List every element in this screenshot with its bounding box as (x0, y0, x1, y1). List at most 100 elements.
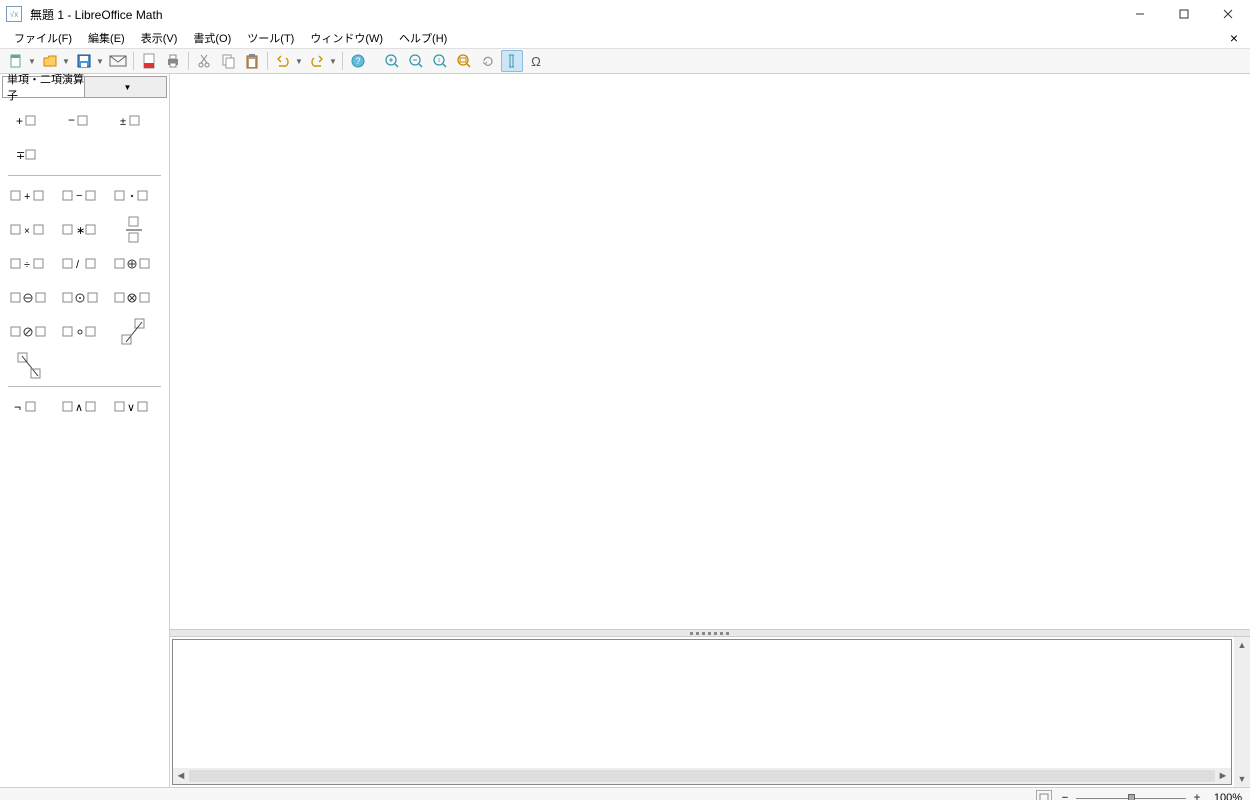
undo-dropdown[interactable]: ▼ (295, 57, 303, 66)
app-icon: √x (6, 6, 22, 22)
open-button[interactable] (39, 50, 61, 72)
paste-button[interactable] (241, 50, 263, 72)
svg-text:∨: ∨ (127, 402, 135, 414)
toolbar-separator (342, 52, 343, 70)
op-a-wideslash-b[interactable] (108, 315, 160, 349)
op-a-ominus-b[interactable] (4, 281, 56, 315)
help-button[interactable]: ? (347, 50, 369, 72)
vertical-scrollbar[interactable]: ▲ ▼ (1234, 637, 1250, 787)
window-title: 無題 1 - LibreOffice Math (30, 6, 1118, 23)
category-selector[interactable]: 単項・二項演算子 ▼ (2, 76, 167, 98)
svg-text:¬: ¬ (14, 400, 21, 414)
op-a-oplus-b[interactable] (108, 247, 160, 281)
menu-file[interactable]: ファイル(F) (6, 28, 80, 48)
op-a-times-b[interactable]: × (4, 213, 56, 247)
menu-bar: ファイル(F) 編集(E) 表示(V) 書式(O) ツール(T) ウィンドウ(W… (0, 28, 1250, 48)
menu-format[interactable]: 書式(O) (185, 28, 239, 48)
op-plus-a[interactable]: + (4, 104, 56, 138)
op-a-otimes-b[interactable] (108, 281, 160, 315)
cut-button[interactable] (193, 50, 215, 72)
standard-toolbar: ▼ ▼ ▼ ▼ ▼ ? 1 Ω (0, 48, 1250, 74)
workspace: ◄ ► ▲ ▼ (170, 74, 1250, 787)
redo-dropdown[interactable]: ▼ (329, 57, 337, 66)
title-bar: √x 無題 1 - LibreOffice Math (0, 0, 1250, 28)
op-neg-a[interactable]: ¬ (4, 390, 56, 424)
command-frame: ◄ ► (172, 639, 1232, 785)
op-a-slash-b[interactable]: / (56, 247, 108, 281)
op-minus-a[interactable]: − (56, 104, 108, 138)
op-a-odot-b[interactable] (56, 281, 108, 315)
op-a-or-b[interactable]: ∨ (108, 390, 160, 424)
toolbar-separator (133, 52, 134, 70)
mail-button[interactable] (107, 50, 129, 72)
dropdown-icon: ▼ (84, 77, 166, 97)
zoom-value[interactable]: 100% (1204, 792, 1250, 800)
zoom-plus-button[interactable]: + (1190, 792, 1204, 800)
redo-button[interactable] (306, 50, 328, 72)
horizontal-scrollbar[interactable]: ◄ ► (173, 768, 1231, 784)
elements-grid: + − ± ∓ + − × ∗ ÷ / (0, 100, 169, 787)
zoom-out-button[interactable] (405, 50, 427, 72)
zoom-fit-page-button[interactable] (1036, 790, 1052, 800)
symbols-button[interactable]: Ω (525, 50, 547, 72)
print-button[interactable] (162, 50, 184, 72)
zoom-100-button[interactable]: 1 (429, 50, 451, 72)
svg-text:+: + (16, 114, 23, 128)
close-document-button[interactable]: × (1224, 30, 1244, 46)
svg-text:−: − (68, 113, 75, 127)
svg-text:∗: ∗ (76, 225, 85, 237)
scroll-down-icon[interactable]: ▼ (1238, 771, 1247, 787)
op-a-minus-b[interactable]: − (56, 179, 108, 213)
zoom-slider[interactable] (1076, 791, 1186, 800)
svg-text:+: + (24, 191, 30, 203)
op-a-widebslash-b[interactable] (4, 349, 56, 383)
scroll-up-icon[interactable]: ▲ (1238, 637, 1247, 653)
svg-text:−: − (76, 190, 82, 202)
menu-help[interactable]: ヘルプ(H) (391, 28, 455, 48)
op-minusplus-a[interactable]: ∓ (4, 138, 56, 172)
op-a-and-b[interactable]: ∧ (56, 390, 108, 424)
new-dropdown[interactable]: ▼ (28, 57, 36, 66)
zoom-fit-button[interactable] (453, 50, 475, 72)
op-a-plus-b[interactable]: + (4, 179, 56, 213)
menu-window[interactable]: ウィンドウ(W) (302, 28, 391, 48)
svg-text:?: ? (355, 56, 360, 66)
scroll-left-icon[interactable]: ◄ (173, 770, 189, 782)
op-a-circ-b[interactable] (56, 315, 108, 349)
svg-text:×: × (24, 226, 30, 237)
save-button[interactable] (73, 50, 95, 72)
open-dropdown[interactable]: ▼ (62, 57, 70, 66)
op-plusminus-a[interactable]: ± (108, 104, 160, 138)
op-a-div-b[interactable]: ÷ (4, 247, 56, 281)
undo-button[interactable] (272, 50, 294, 72)
zoom-in-button[interactable] (381, 50, 403, 72)
category-label: 単項・二項演算子 (3, 71, 84, 103)
svg-text:÷: ÷ (24, 259, 30, 271)
refresh-button[interactable] (477, 50, 499, 72)
maximize-button[interactable] (1162, 0, 1206, 28)
new-button[interactable] (5, 50, 27, 72)
formula-input[interactable] (173, 640, 1231, 768)
svg-text:Ω: Ω (531, 54, 541, 69)
elements-panel: 単項・二項演算子 ▼ + − ± ∓ + − × ∗ (0, 74, 170, 787)
menu-edit[interactable]: 編集(E) (80, 28, 133, 48)
horizontal-splitter[interactable] (170, 629, 1250, 637)
close-button[interactable] (1206, 0, 1250, 28)
scroll-right-icon[interactable]: ► (1215, 770, 1231, 782)
save-dropdown[interactable]: ▼ (96, 57, 104, 66)
zoom-minus-button[interactable]: − (1058, 792, 1072, 800)
panel-separator (8, 386, 161, 387)
op-a-over-b[interactable] (108, 213, 160, 247)
minimize-button[interactable] (1118, 0, 1162, 28)
op-a-oslash-b[interactable] (4, 315, 56, 349)
menu-tools[interactable]: ツール(T) (239, 28, 302, 48)
copy-button[interactable] (217, 50, 239, 72)
op-a-ast-b[interactable]: ∗ (56, 213, 108, 247)
svg-text:1: 1 (438, 58, 441, 64)
panel-separator (8, 175, 161, 176)
formula-preview[interactable] (170, 74, 1250, 629)
menu-view[interactable]: 表示(V) (133, 28, 186, 48)
export-pdf-button[interactable] (138, 50, 160, 72)
formula-cursor-button[interactable] (501, 50, 523, 72)
op-a-dot-b[interactable] (108, 179, 160, 213)
